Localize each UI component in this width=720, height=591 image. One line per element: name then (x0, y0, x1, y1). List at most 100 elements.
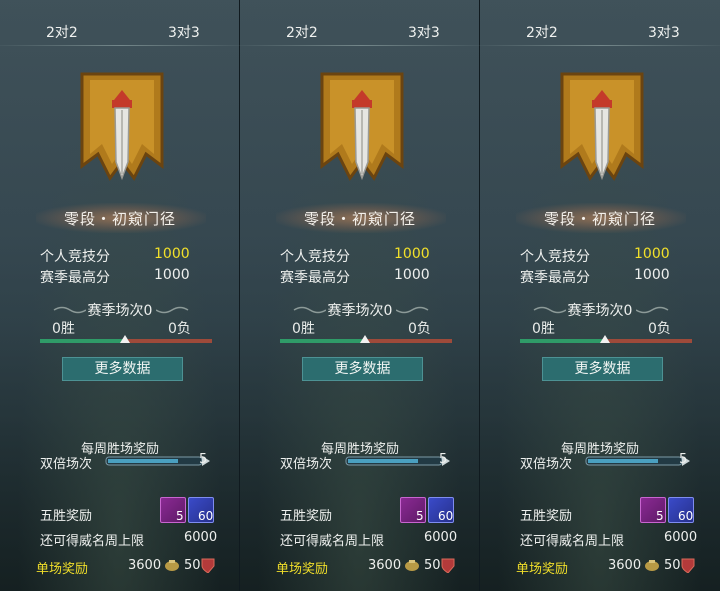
arena-panel: 2对2 3对3 零段・初窥门径 个人竞技分 1000 赛季最高分 1000 赛季… (480, 0, 720, 591)
honor-shield-icon (681, 558, 695, 573)
tab-2v2[interactable]: 2对2 (526, 22, 558, 42)
right-ornament-icon (636, 306, 669, 314)
double-matches-label: 双倍场次 (280, 457, 333, 472)
season-high-value: 1000 (154, 267, 190, 283)
sword-banner-emblem-icon (320, 72, 404, 181)
tab-divider (480, 45, 720, 46)
weekly-limit-value: 6000 (184, 530, 218, 545)
arena-score-value: 1000 (634, 246, 670, 262)
weekly-limit-value: 6000 (664, 530, 698, 545)
double-matches-bar (105, 456, 210, 466)
chest-count: 5 (416, 509, 424, 523)
tab-3v3[interactable]: 3对3 (408, 22, 440, 42)
more-data-button[interactable]: 更多数据 (62, 357, 183, 381)
rank-title: 零段・初窥门径 (303, 210, 416, 228)
double-matches-count: 5 (679, 452, 688, 467)
win-bar-segment (520, 339, 604, 343)
win-loss-bar (520, 335, 692, 343)
coin-reward-value: 3600 (128, 558, 162, 573)
win-loss-marker-icon (360, 335, 370, 343)
weekly-limit-label: 还可得威名周上限 (520, 534, 625, 549)
losses-count: 0负 (168, 321, 191, 337)
weekly-limit-label: 还可得威名周上限 (40, 534, 145, 549)
arena-panel: 2对2 3对3 零段・初窥门径 个人竞技分 1000 赛季最高分 1000 赛季… (0, 0, 240, 591)
tab-2v2[interactable]: 2对2 (286, 22, 318, 42)
season-high-label: 赛季最高分 (520, 270, 590, 286)
five-win-reward-label: 五胜奖励 (280, 509, 333, 524)
right-ornament-icon (156, 306, 189, 314)
loss-bar-segment (364, 339, 452, 343)
season-matches-title: 赛季场次0 (567, 303, 633, 319)
loss-bar-segment (124, 339, 212, 343)
tab-divider (0, 45, 240, 46)
double-matches-count: 5 (199, 452, 208, 467)
tab-3v3[interactable]: 3对3 (648, 22, 680, 42)
arena-score-value: 1000 (154, 246, 190, 262)
sword-banner-emblem-icon (560, 72, 644, 181)
wins-count: 0胜 (532, 321, 555, 337)
single-match-reward-label: 单场奖励 (276, 562, 329, 577)
more-data-button[interactable]: 更多数据 (302, 357, 423, 381)
arena-panels: 2对2 3对3 零段・初窥门径 个人竞技分 1000 赛季最高分 1000 赛季… (0, 0, 720, 591)
rank-title: 零段・初窥门径 (63, 210, 176, 228)
token-count: 60 (438, 509, 454, 523)
season-matches-title: 赛季场次0 (327, 303, 393, 319)
sword-banner-emblem-icon (80, 72, 164, 181)
tab-2v2[interactable]: 2对2 (46, 22, 78, 42)
double-matches-count: 5 (439, 452, 448, 467)
coin-reward-value: 3600 (608, 558, 642, 573)
coin-pouch-icon (645, 560, 659, 571)
chest-count: 5 (176, 509, 184, 523)
single-match-reward-label: 单场奖励 (36, 562, 89, 577)
double-matches-label: 双倍场次 (520, 457, 573, 472)
tab-divider (240, 45, 480, 46)
season-high-label: 赛季最高分 (280, 270, 350, 286)
token-count: 60 (678, 509, 694, 523)
losses-count: 0负 (648, 321, 671, 337)
weekly-limit-label: 还可得威名周上限 (280, 534, 385, 549)
single-match-reward-label: 单场奖励 (516, 562, 569, 577)
honor-reward-value: 50 (424, 558, 441, 573)
more-data-button[interactable]: 更多数据 (542, 357, 663, 381)
five-win-reward-label: 五胜奖励 (40, 509, 93, 524)
five-win-reward-label: 五胜奖励 (520, 509, 573, 524)
right-ornament-icon (396, 306, 429, 314)
wins-count: 0胜 (292, 321, 315, 337)
win-bar-segment (280, 339, 364, 343)
chest-count: 5 (656, 509, 664, 523)
win-bar-segment (40, 339, 124, 343)
double-matches-label: 双倍场次 (40, 457, 93, 472)
mode-tabs: 2对2 3对3 (240, 0, 480, 46)
double-matches-bar (345, 456, 450, 466)
honor-reward-value: 50 (664, 558, 681, 573)
season-high-label: 赛季最高分 (40, 270, 110, 286)
weekly-limit-value: 6000 (424, 530, 458, 545)
double-matches-bar (585, 456, 690, 466)
season-high-value: 1000 (634, 267, 670, 283)
honor-shield-icon (201, 558, 215, 573)
honor-shield-icon (441, 558, 455, 573)
mode-tabs: 2对2 3对3 (480, 0, 720, 46)
coin-pouch-icon (165, 560, 179, 571)
win-loss-bar (40, 335, 212, 343)
rank-title: 零段・初窥门径 (543, 210, 656, 228)
arena-score-label: 个人竞技分 (520, 249, 590, 265)
mode-tabs: 2对2 3对3 (0, 0, 240, 46)
coin-pouch-icon (405, 560, 419, 571)
arena-panel: 2对2 3对3 零段・初窥门径 个人竞技分 1000 赛季最高分 1000 赛季… (240, 0, 480, 591)
win-loss-marker-icon (600, 335, 610, 343)
coin-reward-value: 3600 (368, 558, 402, 573)
season-matches-title: 赛季场次0 (87, 303, 153, 319)
win-loss-marker-icon (120, 335, 130, 343)
arena-score-label: 个人竞技分 (280, 249, 350, 265)
loss-bar-segment (604, 339, 692, 343)
arena-score-value: 1000 (394, 246, 430, 262)
honor-reward-value: 50 (184, 558, 201, 573)
wins-count: 0胜 (52, 321, 75, 337)
tab-3v3[interactable]: 3对3 (168, 22, 200, 42)
season-high-value: 1000 (394, 267, 430, 283)
losses-count: 0负 (408, 321, 431, 337)
win-loss-bar (280, 335, 452, 343)
arena-score-label: 个人竞技分 (40, 249, 110, 265)
token-count: 60 (198, 509, 214, 523)
